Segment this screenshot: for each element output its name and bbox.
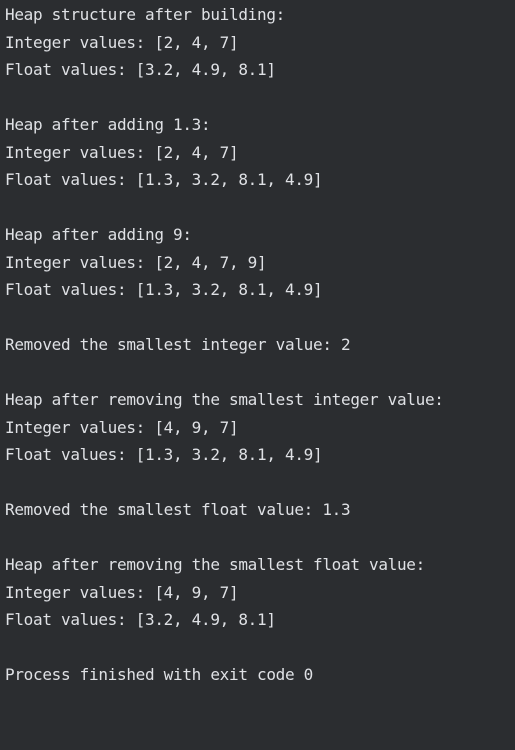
console-line: Process finished with exit code 0 xyxy=(5,665,313,684)
console-line: Float values: [3.2, 4.9, 8.1] xyxy=(5,60,276,79)
console-line: Heap after adding 1.3: xyxy=(5,115,211,134)
console-line: Float values: [3.2, 4.9, 8.1] xyxy=(5,610,276,629)
console-line: Integer values: [2, 4, 7] xyxy=(5,32,239,52)
console-line: Integer values: [4, 9, 7] xyxy=(5,582,239,602)
console-line: Heap structure after building: xyxy=(5,5,285,24)
console-line: Heap after removing the smallest float v… xyxy=(5,555,425,574)
console-line: Float values: [1.3, 3.2, 8.1, 4.9] xyxy=(5,445,323,464)
console-line: Integer values: [4, 9, 7] xyxy=(5,417,239,437)
console-line: Heap after adding 9: xyxy=(5,225,192,244)
console-line: Float values: [1.3, 3.2, 8.1, 4.9] xyxy=(5,280,323,299)
console-line: Integer values: [2, 4, 7, 9] xyxy=(5,252,267,272)
console-line: Heap after removing the smallest integer… xyxy=(5,390,444,409)
console-line: Removed the smallest float value: 1.3 xyxy=(5,500,351,519)
console-line: Removed the smallest integer value: 2 xyxy=(5,335,351,354)
console-output: Heap structure after building: Integer v… xyxy=(0,0,515,750)
console-line: Integer values: [2, 4, 7] xyxy=(5,142,239,162)
console-line: Float values: [1.3, 3.2, 8.1, 4.9] xyxy=(5,170,323,189)
